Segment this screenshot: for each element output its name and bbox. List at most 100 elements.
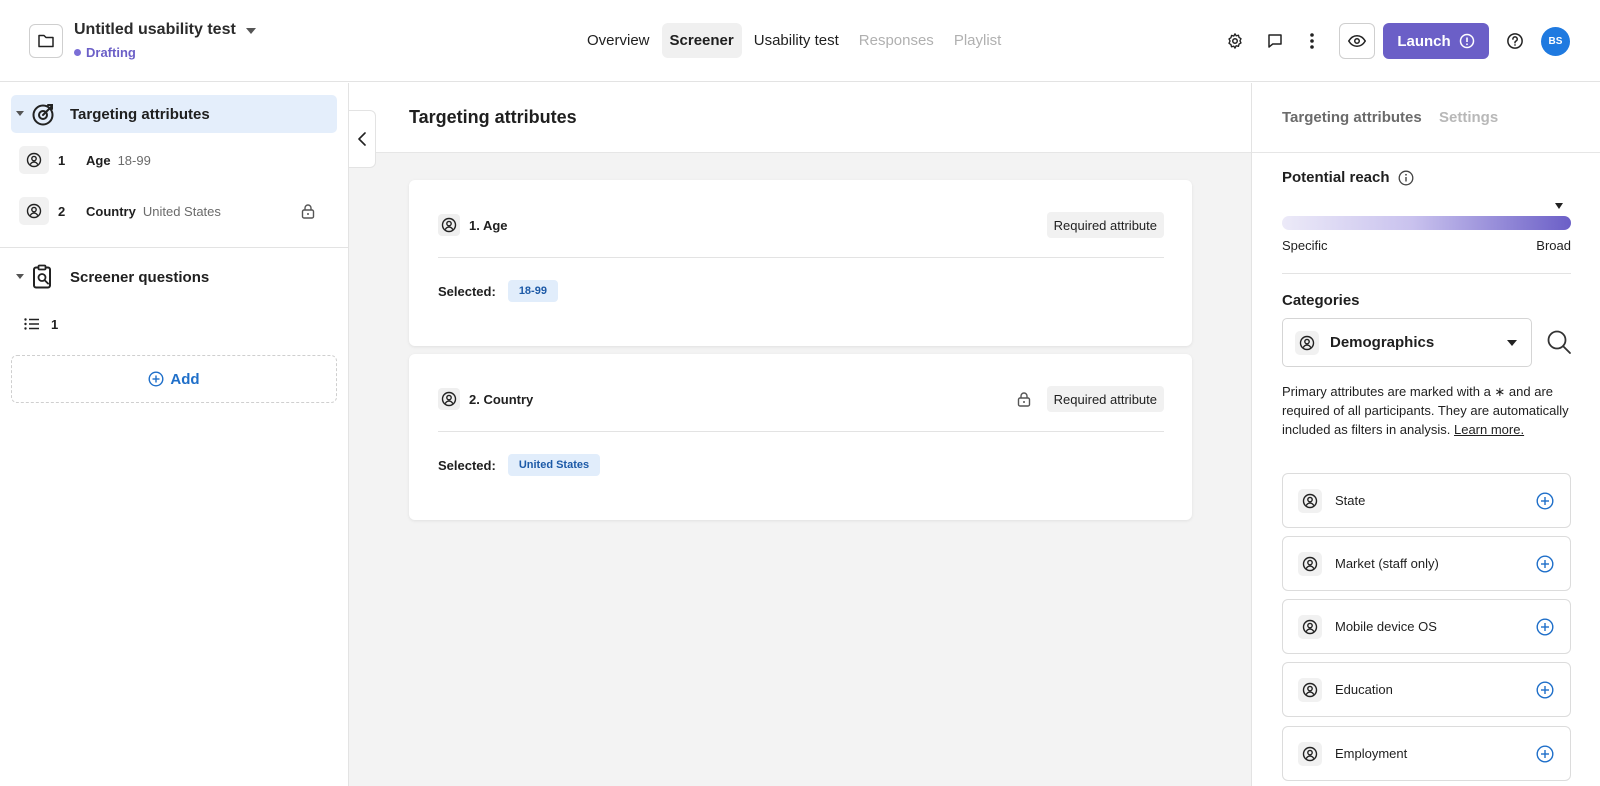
person-badge-icon — [438, 388, 460, 410]
target-icon — [31, 101, 57, 127]
attribute-number: 1 — [58, 152, 66, 168]
attribute-value: United States — [142, 203, 221, 219]
main-header: Targeting attributes — [349, 83, 1251, 153]
selected-chip[interactable]: United States — [507, 454, 601, 476]
category-select[interactable]: Demographics — [1282, 318, 1532, 367]
attribute-option-state[interactable]: State — [1282, 473, 1571, 528]
search-icon[interactable] — [1546, 329, 1572, 355]
plus-circle-icon[interactable] — [1536, 681, 1554, 699]
card-divider — [438, 257, 1164, 258]
alert-circle-icon — [1459, 33, 1475, 49]
attribute-number: 2 — [58, 203, 66, 219]
test-title-block: Untitled usability test Drafting — [74, 21, 256, 60]
more-vertical-icon[interactable] — [1300, 29, 1324, 53]
lock-icon — [1017, 391, 1031, 407]
reach-min-label: Specific — [1282, 238, 1328, 253]
attribute-card-age[interactable]: 1. Age Required attribute Selected: 18-9… — [409, 180, 1192, 346]
plus-circle-icon[interactable] — [1536, 555, 1554, 573]
selected-chip[interactable]: 18-99 — [507, 280, 558, 302]
info-icon[interactable] — [1398, 170, 1414, 186]
attribute-value: 18-99 — [117, 152, 151, 168]
attribute-option-market[interactable]: Market (staff only) — [1282, 536, 1571, 591]
right-panel-tabs: Targeting attributes Settings — [1252, 83, 1600, 153]
tab-responses[interactable]: Responses — [851, 23, 942, 58]
selected-row: Selected: 18-99 — [438, 280, 558, 302]
gear-icon[interactable] — [1223, 29, 1247, 53]
reach-max-label: Broad — [1536, 238, 1571, 253]
preview-button[interactable] — [1339, 23, 1375, 59]
top-bar: Untitled usability test Drafting Overvie… — [0, 0, 1600, 82]
attribute-option-education[interactable]: Education — [1282, 662, 1571, 717]
plus-circle-icon[interactable] — [1536, 492, 1554, 510]
folder-icon — [37, 33, 55, 49]
lock-icon — [301, 203, 315, 219]
tab-playlist[interactable]: Playlist — [946, 23, 1010, 58]
card-divider — [438, 431, 1164, 432]
collapse-triangle-icon[interactable] — [16, 274, 24, 279]
question-number: 1 — [51, 316, 59, 332]
card-title: 2. Country — [469, 391, 534, 407]
test-title-dropdown[interactable]: Untitled usability test — [74, 21, 256, 39]
add-question-button[interactable]: Add — [11, 355, 337, 403]
tab-targeting-attributes[interactable]: Targeting attributes — [1282, 109, 1422, 126]
comment-icon[interactable] — [1263, 29, 1287, 53]
card-header: 1. Age Required attribute — [438, 210, 1164, 240]
tab-usability-test[interactable]: Usability test — [746, 23, 847, 58]
person-badge-icon — [1298, 488, 1322, 513]
attribute-option-employment[interactable]: Employment — [1282, 726, 1571, 781]
attribute-option-mobile-os[interactable]: Mobile device OS — [1282, 599, 1571, 654]
potential-reach-bar — [1282, 216, 1571, 230]
eye-icon — [1348, 34, 1366, 48]
chevron-down-icon — [1507, 340, 1517, 346]
card-title: 1. Age — [469, 217, 508, 233]
tab-settings[interactable]: Settings — [1439, 109, 1498, 126]
sidebar-item-age[interactable]: 1 Age 18-99 — [19, 145, 339, 175]
potential-reach-heading: Potential reach — [1282, 169, 1571, 186]
selected-label: Selected: — [438, 457, 496, 473]
person-badge-icon — [1298, 677, 1322, 702]
collapse-triangle-icon[interactable] — [16, 111, 24, 116]
categories-description-text: Primary attributes are marked with a ∗ a… — [1282, 384, 1569, 437]
potential-reach-title: Potential reach — [1282, 169, 1390, 186]
person-badge-icon — [19, 146, 49, 174]
sidebar-section-label: Targeting attributes — [70, 105, 210, 123]
sidebar-item-question-1[interactable]: 1 — [19, 309, 339, 339]
reach-marker-icon — [1555, 203, 1564, 209]
attribute-name: Country — [86, 203, 136, 219]
learn-more-link[interactable]: Learn more. — [1454, 422, 1524, 437]
sidebar-section-screener[interactable]: Screener questions — [11, 258, 337, 296]
person-badge-icon — [1298, 614, 1322, 639]
chevron-down-icon — [245, 28, 256, 34]
option-label: Mobile device OS — [1335, 619, 1437, 634]
add-label: Add — [170, 370, 200, 388]
option-label: State — [1335, 493, 1366, 508]
help-circle-icon[interactable] — [1503, 29, 1527, 53]
option-label: Employment — [1335, 746, 1408, 761]
folder-button[interactable] — [29, 24, 63, 58]
person-badge-icon — [1295, 330, 1319, 355]
person-badge-icon — [438, 214, 460, 236]
sidebar-section-targeting[interactable]: Targeting attributes — [11, 95, 337, 133]
plus-circle-icon[interactable] — [1536, 745, 1554, 763]
categories-title: Categories — [1282, 292, 1360, 309]
avatar[interactable]: BS — [1541, 27, 1570, 56]
card-header: 2. Country Required attribute — [438, 384, 1164, 414]
right-panel-divider — [1282, 273, 1571, 274]
categories-description: Primary attributes are marked with a ∗ a… — [1282, 382, 1571, 439]
sidebar-item-country[interactable]: 2 Country United States — [19, 196, 339, 226]
option-label: Education — [1335, 682, 1393, 697]
launch-button[interactable]: Launch — [1383, 23, 1489, 59]
required-badge: Required attribute — [1046, 386, 1164, 412]
sidebar-section-label: Screener questions — [70, 268, 210, 286]
tab-overview[interactable]: Overview — [579, 23, 658, 58]
option-label: Market (staff only) — [1335, 556, 1439, 571]
test-title: Untitled usability test — [74, 21, 236, 38]
person-badge-icon — [1298, 741, 1322, 766]
right-panel: Targeting attributes Settings Potential … — [1251, 83, 1600, 786]
plus-circle-icon[interactable] — [1536, 618, 1554, 636]
collapse-sidebar-button[interactable] — [349, 110, 376, 168]
plus-circle-icon — [148, 371, 164, 387]
attribute-card-country[interactable]: 2. Country Required attribute Selected: … — [409, 354, 1192, 520]
left-sidebar: Targeting attributes 1 Age 18-99 2 Count… — [0, 83, 349, 786]
tab-screener[interactable]: Screener — [661, 22, 742, 58]
